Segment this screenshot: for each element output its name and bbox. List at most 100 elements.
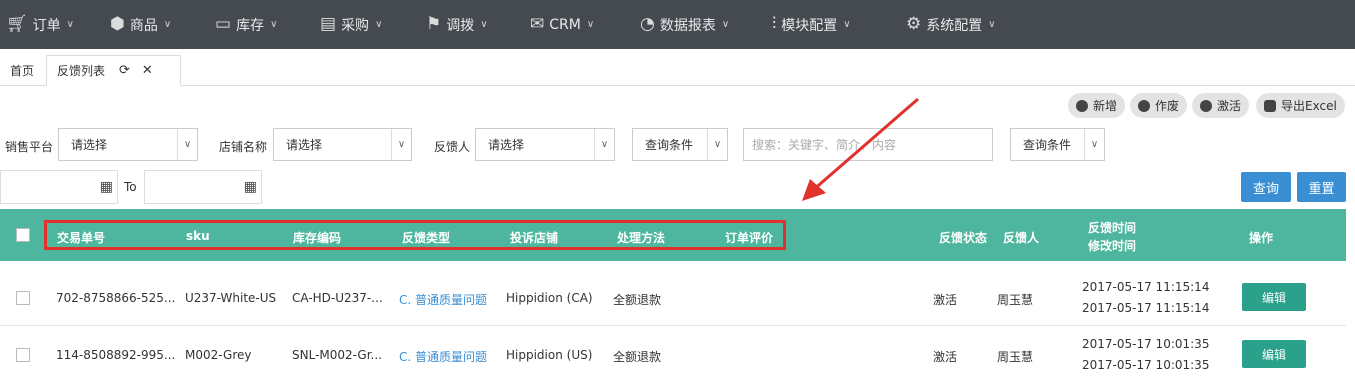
cell-feedback-time: 2017-05-17 11:15:14 bbox=[1082, 280, 1210, 294]
nav-inventory-label: 库存 bbox=[236, 17, 265, 34]
nav-orders[interactable]: 🛒︎ 订单 ∨ bbox=[6, 0, 74, 49]
void-button[interactable]: 作废 bbox=[1130, 93, 1188, 118]
annotation-arrow bbox=[802, 97, 919, 201]
nav-products-label: 商品 bbox=[129, 17, 158, 34]
col-ops: 操作 bbox=[1249, 231, 1274, 245]
calendar-icon[interactable]: ▦ bbox=[100, 179, 113, 195]
tab-bar: 首页 反馈列表 ⟳ ✕ bbox=[0, 49, 1355, 86]
cart-icon: 🛒︎ bbox=[6, 14, 28, 34]
play-circle-icon bbox=[1200, 99, 1212, 112]
export-excel-button[interactable]: 导出Excel bbox=[1256, 93, 1345, 118]
reset-button-label: 重置 bbox=[1308, 181, 1335, 197]
top-nav: 🛒︎ 订单 ∨ ⬢ 商品 ∨ ▭ 库存 ∨ ▤ 采购 ∨ ⚑ 调拨 ∨ ✉ CR… bbox=[0, 0, 1355, 49]
nav-crm[interactable]: ✉ CRM ∨ bbox=[530, 0, 594, 49]
stop-circle-icon bbox=[1138, 99, 1150, 112]
date-to-label: To bbox=[124, 180, 137, 194]
shop-select-value: 请选择 bbox=[286, 138, 323, 152]
cell-complaint-shop: Hippidion (US) bbox=[506, 348, 593, 362]
chevron-down-icon: ∨ bbox=[163, 19, 172, 30]
cell-sku: U237-White-US bbox=[185, 291, 277, 305]
nav-transfer[interactable]: ⚑ 调拨 ∨ bbox=[426, 0, 488, 49]
nav-system-config-label: 系统配置 bbox=[926, 17, 983, 34]
table-row[interactable]: 702-8758866-525... U237-White-US CA-HD-U… bbox=[0, 270, 1346, 326]
cell-trade-no: 114-8508892-995... bbox=[56, 348, 176, 362]
query-condition-1-value: 查询条件 bbox=[645, 138, 694, 152]
chevron-down-icon: ∨ bbox=[1084, 129, 1104, 160]
chevron-down-icon: ∨ bbox=[721, 19, 730, 30]
cell-user: 周玉慧 bbox=[997, 293, 1034, 307]
cell-modified-time: 2017-05-17 10:01:35 bbox=[1082, 358, 1210, 372]
refresh-icon[interactable]: ⟳ bbox=[119, 63, 130, 78]
edit-button[interactable]: 编辑 bbox=[1242, 340, 1306, 368]
close-icon[interactable]: ✕ bbox=[142, 63, 153, 78]
cell-handling: 全额退款 bbox=[613, 293, 662, 307]
query-condition-2-value: 查询条件 bbox=[1023, 138, 1072, 152]
plus-circle-icon bbox=[1076, 99, 1088, 112]
col-modified-time[interactable]: 修改时间 bbox=[1088, 237, 1136, 254]
platform-select-value: 请选择 bbox=[71, 138, 108, 152]
cell-status: 激活 bbox=[933, 350, 958, 364]
nav-reports[interactable]: ◔ 数据报表 ∨ bbox=[640, 0, 729, 49]
chevron-down-icon: ∨ bbox=[586, 19, 595, 30]
cell-user: 周玉慧 bbox=[997, 350, 1034, 364]
export-excel-button-label: 导出Excel bbox=[1281, 99, 1337, 113]
nav-orders-label: 订单 bbox=[32, 17, 61, 34]
chevron-down-icon: ∨ bbox=[988, 19, 996, 30]
nav-products[interactable]: ⬢ 商品 ∨ bbox=[110, 0, 171, 49]
cell-trade-no: 702-8758866-525... bbox=[56, 291, 176, 305]
search-button[interactable]: 查询 bbox=[1241, 172, 1291, 202]
nav-inventory[interactable]: ▭ 库存 ∨ bbox=[215, 0, 277, 49]
query-condition-select-1[interactable]: 查询条件 ∨ bbox=[632, 128, 728, 161]
pie-icon: ◔ bbox=[640, 14, 655, 34]
feedback-user-select[interactable]: 请选择 ∨ bbox=[475, 128, 615, 161]
select-all-checkbox[interactable] bbox=[16, 228, 30, 242]
feedback-user-label: 反馈人 bbox=[434, 140, 471, 154]
platform-select[interactable]: 请选择 ∨ bbox=[58, 128, 198, 161]
calendar-icon[interactable]: ▦ bbox=[244, 179, 257, 195]
add-button-label: 新增 bbox=[1093, 99, 1118, 113]
cell-feedback-type-link[interactable]: C. 普通质量问题 bbox=[399, 348, 487, 365]
col-status[interactable]: 反馈状态 bbox=[939, 229, 987, 246]
chevron-down-icon: ∨ bbox=[66, 19, 74, 30]
edit-button[interactable]: 编辑 bbox=[1242, 283, 1306, 311]
cell-stock-code: SNL-M002-Gr... bbox=[292, 348, 382, 362]
nav-reports-label: 数据报表 bbox=[659, 17, 716, 34]
chevron-down-icon: ∨ bbox=[480, 19, 488, 30]
activate-button[interactable]: 激活 bbox=[1192, 93, 1250, 118]
col-feedback-time[interactable]: 反馈时间 bbox=[1088, 219, 1136, 236]
nav-module-config-label: 模块配置 bbox=[781, 17, 838, 34]
query-condition-select-2[interactable]: 查询条件 ∨ bbox=[1010, 128, 1105, 161]
nav-module-config[interactable]: ⫶ 模块配置 ∨ bbox=[772, 0, 851, 49]
start-date-input[interactable]: ▦ bbox=[0, 170, 118, 204]
cell-feedback-time: 2017-05-17 10:01:35 bbox=[1082, 337, 1210, 351]
tab-feedback-list[interactable]: 反馈列表 ⟳ ✕ bbox=[46, 55, 181, 86]
nav-system-config[interactable]: ⚙ 系统配置 ∨ bbox=[906, 0, 996, 49]
shop-label: 店铺名称 bbox=[219, 140, 268, 154]
chevron-down-icon: ∨ bbox=[594, 129, 614, 160]
gear-icon: ⚙ bbox=[906, 14, 922, 34]
cube-icon: ⬢ bbox=[110, 14, 125, 34]
cell-stock-code: CA-HD-U237-... bbox=[292, 291, 383, 305]
tab-home[interactable]: 首页 bbox=[0, 55, 44, 86]
end-date-input[interactable]: ▦ bbox=[144, 170, 262, 204]
nav-purchase-label: 采购 bbox=[341, 17, 370, 34]
shop-select[interactable]: 请选择 ∨ bbox=[273, 128, 412, 161]
edit-button-label: 编辑 bbox=[1261, 290, 1286, 305]
chevron-down-icon: ∨ bbox=[177, 129, 197, 160]
reset-button[interactable]: 重置 bbox=[1297, 172, 1346, 202]
row-checkbox[interactable] bbox=[16, 348, 30, 362]
add-button[interactable]: 新增 bbox=[1068, 93, 1126, 118]
nav-purchase[interactable]: ▤ 采购 ∨ bbox=[320, 0, 382, 49]
search-button-label: 查询 bbox=[1252, 181, 1279, 197]
feedback-user-select-value: 请选择 bbox=[488, 138, 525, 152]
signpost-icon: ⚑ bbox=[426, 14, 442, 34]
chevron-down-icon: ∨ bbox=[375, 19, 383, 30]
cell-complaint-shop: Hippidion (CA) bbox=[506, 291, 593, 305]
nav-crm-label: CRM bbox=[549, 16, 581, 33]
cell-feedback-type-link[interactable]: C. 普通质量问题 bbox=[399, 291, 487, 308]
chevron-down-icon: ∨ bbox=[843, 19, 851, 30]
col-user[interactable]: 反馈人 bbox=[1003, 229, 1039, 246]
table-row[interactable]: 114-8508892-995... M002-Grey SNL-M002-Gr… bbox=[0, 327, 1346, 381]
row-checkbox[interactable] bbox=[16, 291, 30, 305]
activate-button-label: 激活 bbox=[1217, 99, 1242, 113]
